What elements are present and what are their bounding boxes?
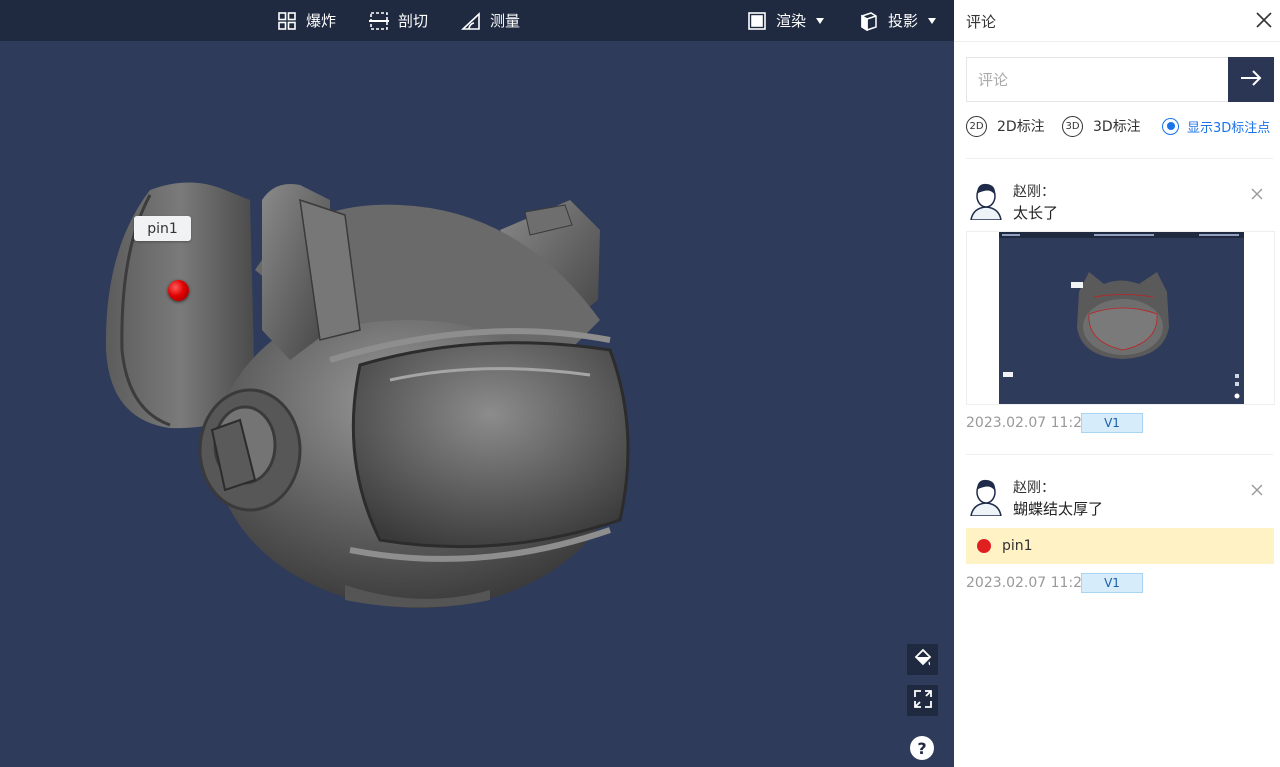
viewer-toolbar: 爆炸 剖切 测量 渲染 投影 xyxy=(0,0,954,41)
help-button[interactable]: ? xyxy=(910,736,934,760)
fullscreen-icon xyxy=(913,689,933,713)
mark-3d-icon: 3D xyxy=(1062,115,1083,137)
panel-title: 评论 xyxy=(966,13,997,31)
comment-screenshot[interactable] xyxy=(966,231,1275,405)
radio-checked-icon xyxy=(1162,117,1179,135)
measure-button[interactable]: 测量 xyxy=(461,0,520,41)
divider xyxy=(954,41,1280,42)
paint-bucket-icon xyxy=(913,648,933,672)
comment-time: 2023.02.07 11:20 xyxy=(966,415,1091,431)
comment-text: 蝴蝶结太厚了 xyxy=(1013,500,1104,518)
arrow-right-icon xyxy=(1240,69,1262,90)
render-label: 渲染 xyxy=(776,12,807,30)
projection-label: 投影 xyxy=(888,12,919,30)
send-button[interactable] xyxy=(1228,57,1274,102)
render-icon xyxy=(747,11,767,31)
avatar xyxy=(969,180,1003,221)
version-badge: V1 xyxy=(1081,413,1143,433)
divider xyxy=(966,158,1273,159)
fullscreen-button[interactable] xyxy=(907,685,938,716)
comment-author: 赵刚： xyxy=(1013,480,1055,496)
version-badge: V1 xyxy=(1081,573,1143,593)
mark-3d-label: 3D标注 xyxy=(1093,119,1141,135)
paint-button[interactable] xyxy=(907,644,938,675)
explode-label: 爆炸 xyxy=(306,12,337,30)
mark-2d-label: 2D标注 xyxy=(997,119,1045,135)
screenshot-image xyxy=(999,232,1244,404)
viewer[interactable]: 爆炸 剖切 测量 渲染 投影 pin1 ? xyxy=(0,0,954,767)
mark-3d-button[interactable]: 3D 3D标注 xyxy=(1062,115,1141,137)
pin-reference-label: pin1 xyxy=(1002,538,1033,554)
chevron-down-icon xyxy=(928,17,937,24)
projection-icon xyxy=(859,11,879,31)
delete-comment-icon[interactable] xyxy=(1251,481,1263,496)
helmet-model[interactable] xyxy=(0,41,954,767)
mark-2d-button[interactable]: 2D 2D标注 xyxy=(966,115,1045,137)
render-dropdown[interactable]: 渲染 xyxy=(747,0,825,41)
mark-2d-icon: 2D xyxy=(966,115,987,137)
delete-comment-icon[interactable] xyxy=(1251,185,1263,200)
show-3d-points-label: 显示3D标注点 xyxy=(1187,120,1271,136)
comment-text: 太长了 xyxy=(1013,204,1059,222)
comment-panel: 评论 2D 2D标注 3D 3D标注 显示3D标注点 赵刚： 太长了 xyxy=(954,0,1280,767)
section-icon xyxy=(369,11,389,31)
section-button[interactable]: 剖切 xyxy=(369,0,428,41)
measure-label: 测量 xyxy=(490,12,521,30)
comment-input[interactable] xyxy=(966,57,1228,102)
divider xyxy=(966,454,1273,455)
close-icon[interactable] xyxy=(1255,11,1273,29)
pin-label[interactable]: pin1 xyxy=(134,216,191,241)
chevron-down-icon xyxy=(816,17,825,24)
pin-dot-icon xyxy=(977,539,991,553)
avatar xyxy=(969,476,1003,517)
explode-button[interactable]: 爆炸 xyxy=(277,0,336,41)
projection-dropdown[interactable]: 投影 xyxy=(859,0,937,41)
measure-icon xyxy=(461,11,481,31)
comment-time: 2023.02.07 11:20 xyxy=(966,575,1091,591)
section-label: 剖切 xyxy=(398,12,429,30)
pin-reference[interactable]: pin1 xyxy=(966,528,1274,564)
explode-icon xyxy=(277,11,297,31)
show-3d-points-radio[interactable]: 显示3D标注点 xyxy=(1162,115,1270,137)
comment-author: 赵刚： xyxy=(1013,184,1055,200)
pin-marker[interactable] xyxy=(168,280,189,301)
